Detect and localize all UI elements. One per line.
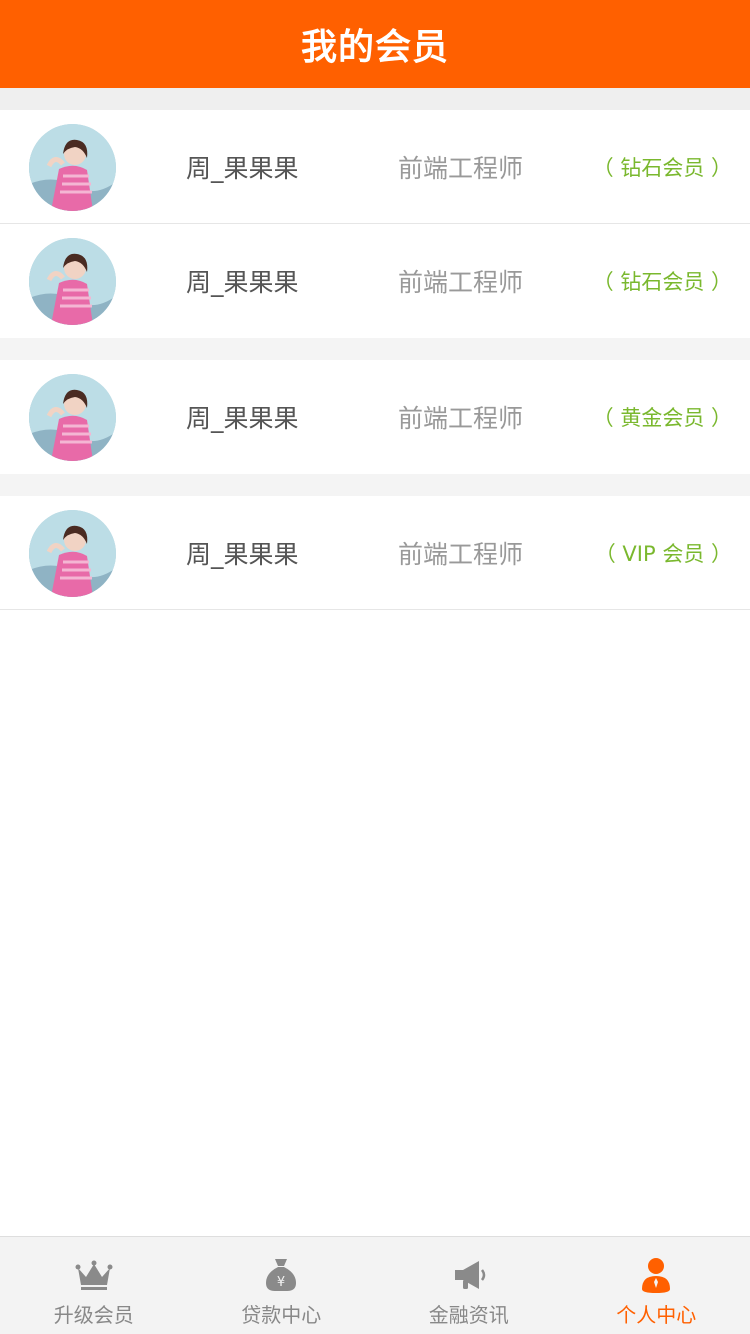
tab-label: 升级会员 [53, 1303, 134, 1327]
person-icon [642, 1258, 671, 1293]
member-job: 前端工程师 [398, 539, 524, 569]
member-row[interactable]: 周_果果果 前端工程师 （ 钻石会员 ） [0, 224, 750, 338]
member-name: 周_果果果 [186, 268, 299, 297]
tab-personal-center[interactable]: 个人中心 [563, 1237, 750, 1334]
member-level: （ 黄金会员 ） [592, 406, 732, 430]
section-gap [0, 474, 750, 496]
member-name: 周_果果果 [186, 404, 299, 433]
section-gap [0, 88, 750, 110]
tab-label: 金融资讯 [428, 1303, 509, 1327]
member-job: 前端工程师 [398, 404, 524, 433]
page-title: 我的会员 [300, 27, 449, 68]
avatar[interactable] [29, 238, 116, 325]
top-header: 我的会员 [0, 0, 750, 88]
avatar[interactable] [29, 374, 116, 461]
member-job: 前端工程师 [398, 153, 524, 183]
bottom-tab-bar: 升级会员 ¥ 贷款中心 金融资讯 个人中心 [0, 1236, 750, 1334]
tab-label: 贷款中心 [241, 1303, 322, 1327]
app-root: 我的会员 周_果果果 前端工程师 （ 钻石会员 ） 周_果果果 前端工程师 （ … [0, 0, 750, 1334]
member-row[interactable]: 周_果果果 前端工程师 （ 黄金会员 ） [0, 360, 750, 474]
member-level: （ 钻石会员 ） [592, 270, 732, 294]
megaphone-icon [454, 1261, 485, 1289]
tab-upgrade-member[interactable]: 升级会员 [0, 1237, 188, 1334]
member-row[interactable]: 周_果果果 前端工程师 （ 钻石会员 ） [0, 110, 750, 224]
avatar[interactable] [29, 123, 116, 211]
tab-label: 个人中心 [616, 1303, 697, 1327]
member-row[interactable]: 周_果果果 前端工程师 （ VIP 会员 ） [0, 496, 750, 610]
tab-finance-news[interactable]: 金融资讯 [375, 1237, 563, 1334]
member-job: 前端工程师 [398, 268, 524, 297]
avatar[interactable] [29, 509, 116, 597]
money-bag-icon: ¥ [266, 1259, 297, 1291]
member-level: （ 钻石会员 ） [592, 155, 732, 180]
crown-icon [75, 1260, 113, 1290]
tab-loan-center[interactable]: ¥ 贷款中心 [188, 1237, 376, 1334]
member-name: 周_果果果 [186, 539, 299, 569]
member-name: 周_果果果 [186, 153, 299, 183]
member-level: （ VIP 会员 ） [594, 541, 732, 566]
svg-text:¥: ¥ [277, 1275, 285, 1290]
section-gap [0, 338, 750, 360]
